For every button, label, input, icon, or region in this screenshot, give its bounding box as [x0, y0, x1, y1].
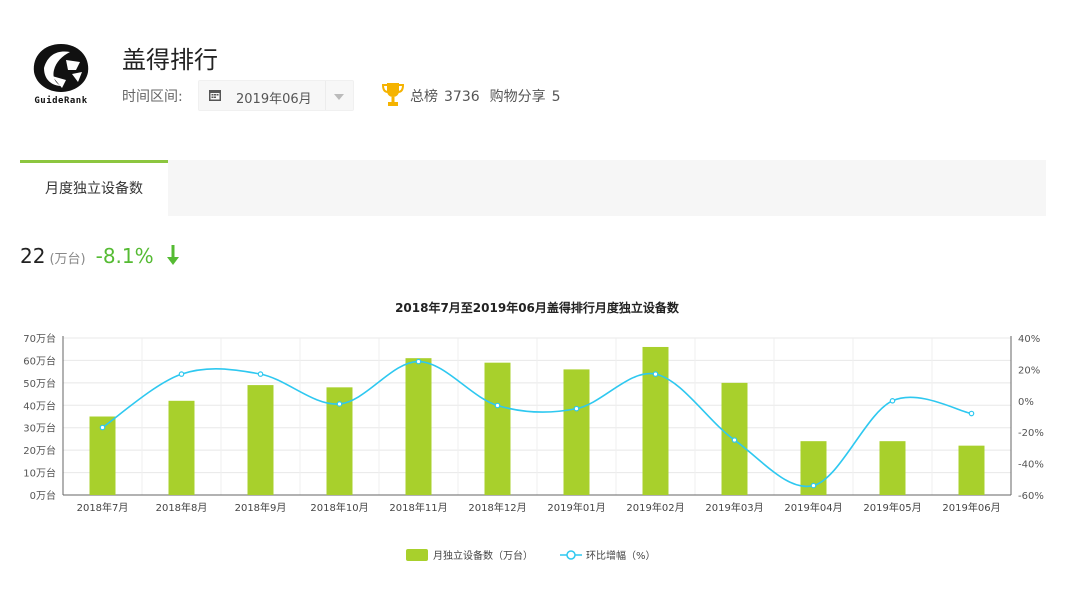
category-rank-label: 购物分享: [489, 89, 546, 105]
y-left-tick-label: 30万台: [23, 422, 56, 435]
line-point: [257, 371, 264, 377]
y-left-tick-label: 50万台: [23, 377, 56, 390]
app-title: 盖得排行: [122, 46, 218, 74]
line-point: [494, 402, 501, 409]
metric-tabs: 月度独立设备数: [20, 160, 1046, 216]
bar: [484, 362, 511, 495]
x-tick-label: 2018年7月: [77, 501, 129, 514]
tab-monthly-devices[interactable]: 月度独立设备数: [20, 160, 168, 216]
line-point: [178, 371, 185, 377]
legend-label-bar: 月独立设备数（万台）: [433, 549, 533, 562]
x-tick-label: 2019年06月: [942, 501, 1000, 514]
line-point: [336, 401, 343, 407]
logo: GuideRank: [22, 40, 100, 112]
line-point: [968, 410, 975, 417]
y-left-tick-label: 10万台: [23, 467, 56, 480]
lion-icon: [33, 44, 89, 92]
bar: [642, 346, 669, 495]
y-left-tick-label: 40万台: [23, 399, 56, 412]
y-right-tick-label: 20%: [1018, 365, 1040, 376]
calendar-icon: [209, 90, 221, 101]
line-point: [889, 398, 896, 404]
legend-swatch-marker: [566, 550, 576, 560]
x-tick-label: 2018年10月: [310, 501, 368, 514]
bar: [958, 445, 985, 495]
caret-down-icon[interactable]: [325, 81, 353, 110]
total-rank-value: 3736: [444, 89, 480, 105]
metric-change: -8.1%: [95, 244, 154, 268]
y-right-tick-label: 0%: [1018, 397, 1034, 408]
x-tick-label: 2019年03月: [705, 501, 763, 514]
line-point: [652, 371, 659, 377]
date-range-label: 时间区间:: [122, 89, 183, 105]
line-point: [99, 424, 106, 431]
bar: [563, 369, 590, 495]
line-point: [415, 358, 422, 365]
x-tick-label: 2019年04月: [784, 501, 842, 514]
y-right-tick-label: 40%: [1018, 334, 1040, 345]
rank-info: 总榜 3736 购物分享 5: [410, 86, 567, 106]
x-tick-label: 2019年01月: [547, 501, 605, 514]
bar: [247, 385, 274, 495]
total-rank-label: 总榜: [410, 89, 438, 105]
legend-label-line: 环比增幅（%）: [586, 549, 656, 562]
bar: [405, 358, 432, 495]
bar: [168, 400, 195, 495]
y-left-tick-label: 60万台: [23, 354, 56, 367]
arrow-down-icon: [167, 245, 179, 265]
metric-value: 22: [20, 244, 46, 268]
month-picker[interactable]: 2019年06月: [198, 80, 354, 111]
month-value: 2019年06月: [236, 92, 312, 107]
x-tick-label: 2018年9月: [235, 501, 287, 514]
legend-swatch-bar: [406, 549, 428, 561]
x-tick-label: 2018年11月: [389, 501, 447, 514]
trophy-icon: [382, 83, 404, 106]
line-point: [810, 482, 817, 489]
y-right-tick-label: -40%: [1018, 460, 1044, 471]
line-point: [573, 405, 580, 412]
y-left-tick-label: 70万台: [23, 332, 56, 345]
bar: [879, 441, 906, 495]
x-tick-label: 2019年05月: [863, 501, 921, 514]
y-right-tick-label: -60%: [1018, 491, 1044, 502]
chart-title: 2018年7月至2019年06月盖得排行月度独立设备数: [395, 300, 680, 315]
x-tick-label: 2018年8月: [156, 501, 208, 514]
y-right-tick-label: -20%: [1018, 428, 1044, 439]
x-tick-label: 2018年12月: [468, 501, 526, 514]
metric-unit: (万台): [49, 252, 86, 267]
metric-summary: 22 (万台) -8.1%: [20, 244, 180, 268]
chart: 2018年7月至2019年06月盖得排行月度独立设备数 0万台 10万台 20万台 30…: [23, 300, 1044, 562]
logo-wordmark: GuideRank: [34, 96, 88, 106]
y-left-tick-label: 0万台: [30, 489, 56, 502]
category-rank-value: 5: [551, 89, 561, 105]
y-left-tick-label: 20万台: [23, 444, 56, 457]
line-point: [731, 437, 738, 443]
x-tick-label: 2019年02月: [626, 501, 684, 514]
